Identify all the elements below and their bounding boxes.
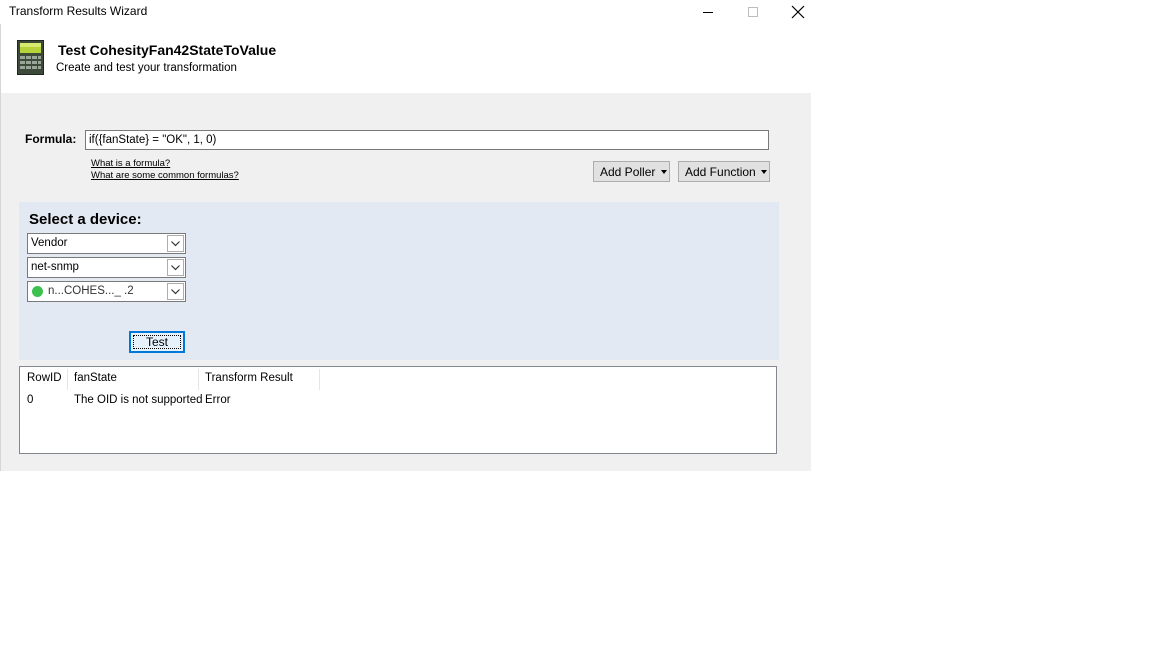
column-header-rowid[interactable]: RowID <box>27 372 62 384</box>
node-dropdown-button[interactable] <box>167 283 184 300</box>
add-function-button[interactable]: Add Function <box>678 161 770 182</box>
node-select-value: n...COHES..._ .2 <box>48 285 134 297</box>
device-type-select[interactable]: net-snmp <box>27 257 186 278</box>
column-separator[interactable] <box>67 369 68 390</box>
formula-input[interactable]: if({fanState} = "OK", 1, 0) <box>85 130 769 150</box>
vendor-dropdown-button[interactable] <box>167 235 184 252</box>
column-separator[interactable] <box>319 369 320 390</box>
vendor-select[interactable]: Vendor <box>27 233 186 254</box>
cell-rowid: 0 <box>27 394 34 406</box>
chevron-down-icon <box>661 170 667 174</box>
chevron-down-icon <box>171 288 180 294</box>
wizard-title: Test CohesityFan42StateToValue <box>58 42 277 58</box>
title-bar: Transform Results Wizard <box>0 0 811 24</box>
chevron-down-icon <box>761 170 767 174</box>
column-separator[interactable] <box>198 369 199 390</box>
select-device-title: Select a device: <box>29 211 142 228</box>
add-function-label: Add Function <box>685 164 756 179</box>
close-button[interactable] <box>775 0 821 24</box>
node-select[interactable]: n...COHES..._ .2 <box>27 281 186 302</box>
add-poller-label: Add Poller <box>600 164 656 179</box>
test-button[interactable]: Test <box>129 331 185 353</box>
close-icon <box>791 5 805 19</box>
chevron-down-icon <box>171 264 180 270</box>
chevron-down-icon <box>171 240 180 246</box>
device-type-dropdown-button[interactable] <box>167 259 184 276</box>
maximize-button[interactable] <box>730 0 776 24</box>
what-is-formula-link[interactable]: What is a formula? <box>91 158 170 169</box>
column-header-transform-result[interactable]: Transform Result <box>205 372 293 384</box>
results-list[interactable]: RowID fanState Transform Result 0 The OI… <box>19 366 777 454</box>
device-type-value: net-snmp <box>31 261 79 273</box>
window-title: Transform Results Wizard <box>9 4 148 18</box>
cell-fanstate: The OID is not supported <box>74 394 203 406</box>
wizard-subtitle: Create and test your transformation <box>56 62 237 74</box>
common-formulas-link[interactable]: What are some common formulas? <box>91 170 239 181</box>
status-up-icon <box>32 286 43 297</box>
column-header-fanstate[interactable]: fanState <box>74 372 117 384</box>
focus-rectangle <box>133 335 181 349</box>
calculator-icon <box>17 40 44 75</box>
maximize-icon <box>748 7 758 17</box>
minimize-button[interactable] <box>685 0 731 24</box>
wizard-header: Test CohesityFan42StateToValue Create an… <box>0 24 811 93</box>
formula-label: Formula: <box>25 132 77 146</box>
cell-transform-result: Error <box>205 394 231 406</box>
vendor-select-value: Vendor <box>31 237 68 249</box>
minimize-icon <box>703 12 713 13</box>
add-poller-button[interactable]: Add Poller <box>593 161 670 182</box>
transform-results-wizard-window: Transform Results Wizard Test CohesityFa… <box>0 0 811 471</box>
